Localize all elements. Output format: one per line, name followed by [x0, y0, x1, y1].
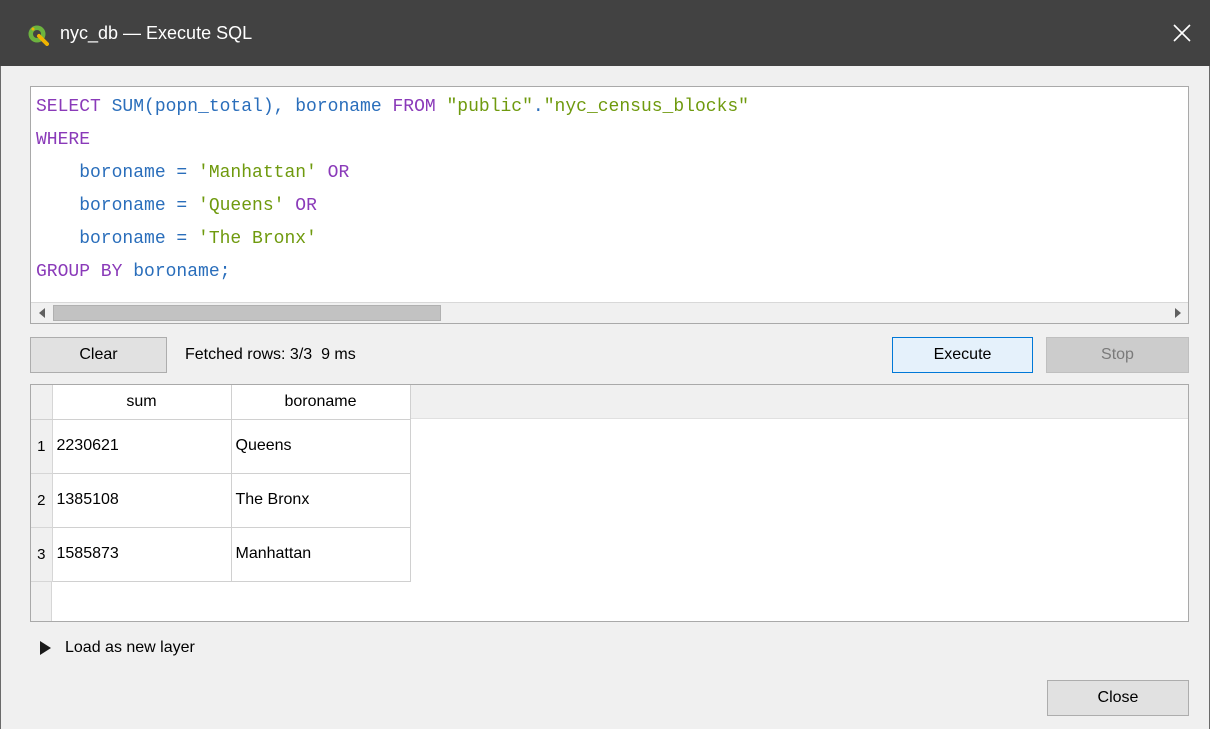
title-bar: nyc_db — Execute SQL: [0, 0, 1210, 66]
sql-token-str: 'Queens': [198, 196, 285, 216]
results-grid[interactable]: sum boroname 1 2230621 Queens 2 1385108 …: [31, 385, 411, 582]
row-number[interactable]: 3: [31, 527, 53, 582]
load-as-new-layer-label: Load as new layer: [65, 639, 195, 656]
sql-token-kw: GROUP BY: [36, 262, 123, 282]
fetched-rows-status: Fetched rows: 3/3 9 ms: [185, 346, 356, 363]
results-table[interactable]: sum boroname 1 2230621 Queens 2 1385108 …: [30, 384, 1189, 622]
sql-token-str: 'Manhattan': [198, 163, 317, 183]
sql-token-str: "public": [446, 97, 533, 117]
sql-token-plain: .: [532, 97, 544, 117]
cell-sum[interactable]: 1585873: [52, 527, 232, 582]
sql-token-kw: OR: [327, 163, 350, 183]
row-number[interactable]: 1: [31, 419, 53, 474]
clear-button[interactable]: Clear: [30, 337, 167, 373]
close-icon[interactable]: [1154, 0, 1210, 66]
sql-line[interactable]: SELECT SUM(popn_total), boroname FROM "p…: [36, 91, 1183, 124]
row-number[interactable]: 2: [31, 473, 53, 528]
sql-token-plain: boroname =: [36, 196, 199, 216]
sql-token-plain: boroname =: [36, 163, 199, 183]
window-title: nyc_db — Execute SQL: [60, 23, 253, 43]
cell-boroname[interactable]: Queens: [231, 419, 411, 474]
sql-token-plain: boroname =: [36, 229, 199, 249]
scroll-left-icon[interactable]: [31, 303, 52, 323]
sql-token-kw: SELECT: [36, 97, 101, 117]
column-header-boroname[interactable]: boroname: [231, 385, 411, 420]
sql-token-kw: WHERE: [36, 130, 91, 150]
table-row[interactable]: 2 1385108 The Bronx: [31, 473, 411, 528]
sql-token-kw: FROM: [392, 97, 436, 117]
sql-token-str: "nyc_census_blocks": [543, 97, 749, 117]
sql-token-plain: SUM(popn_total), boroname: [100, 97, 393, 117]
cell-sum[interactable]: 1385108: [52, 473, 232, 528]
execute-button[interactable]: Execute: [892, 337, 1033, 373]
cell-sum[interactable]: 2230621: [52, 419, 232, 474]
expand-triangle-icon[interactable]: [38, 640, 52, 656]
column-header-sum[interactable]: sum: [52, 385, 232, 420]
sql-token-plain: [317, 163, 328, 183]
sql-editor[interactable]: SELECT SUM(popn_total), boroname FROM "p…: [30, 86, 1189, 324]
cell-boroname[interactable]: Manhattan: [231, 527, 411, 582]
sql-token-plain: [436, 97, 447, 117]
sql-line[interactable]: boroname = 'Manhattan' OR: [36, 157, 1183, 190]
sql-line[interactable]: GROUP BY boroname;: [36, 256, 1183, 289]
table-row[interactable]: 3 1585873 Manhattan: [31, 527, 411, 582]
qgis-logo-icon: [27, 24, 49, 46]
sql-token-plain: [284, 196, 295, 216]
horizontal-scrollbar[interactable]: [31, 302, 1188, 323]
stop-button[interactable]: Stop: [1046, 337, 1189, 373]
sql-line[interactable]: WHERE: [36, 124, 1183, 157]
sql-code[interactable]: SELECT SUM(popn_total), boroname FROM "p…: [36, 91, 1183, 289]
sql-line[interactable]: boroname = 'The Bronx': [36, 223, 1183, 256]
corner-cell[interactable]: [31, 385, 53, 420]
table-row[interactable]: 1 2230621 Queens: [31, 419, 411, 474]
sql-line[interactable]: boroname = 'Queens' OR: [36, 190, 1183, 223]
sql-token-str: 'The Bronx': [198, 229, 317, 249]
sql-token-plain: boroname;: [122, 262, 231, 282]
close-button[interactable]: Close: [1047, 680, 1189, 716]
scrollbar-thumb[interactable]: [53, 305, 441, 321]
scroll-right-icon[interactable]: [1167, 303, 1188, 323]
load-as-new-layer-toggle[interactable]: Load as new layer: [38, 636, 195, 660]
sql-token-kw: OR: [295, 196, 317, 216]
cell-boroname[interactable]: The Bronx: [231, 473, 411, 528]
